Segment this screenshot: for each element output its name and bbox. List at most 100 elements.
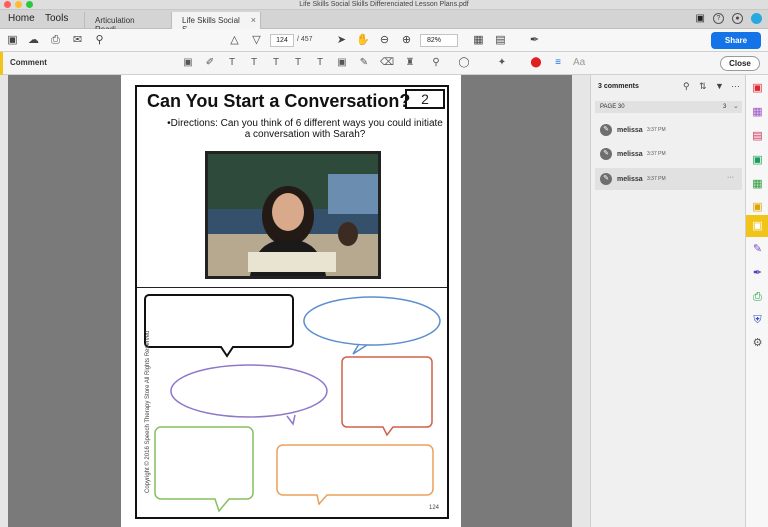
- copyright-notice: Copyright © 2016 Speech Therapy Store Al…: [145, 330, 151, 493]
- attach-file-icon[interactable]: ⚲: [430, 57, 442, 69]
- sort-icon[interactable]: ⇅: [699, 81, 707, 92]
- shapes-icon[interactable]: ◯: [458, 57, 470, 69]
- strikethrough-icon[interactable]: T: [248, 57, 260, 69]
- profile-avatar-icon[interactable]: [751, 13, 762, 24]
- scroll-mode-icon[interactable]: ▤: [494, 34, 507, 47]
- comment-count: 3 comments: [598, 83, 639, 90]
- fit-page-icon[interactable]: ▦: [472, 34, 485, 47]
- underline-text-icon[interactable]: T: [226, 57, 238, 69]
- comments-page-group[interactable]: PAGE 30 3 ⌄: [595, 101, 742, 113]
- comment-toolbar-label: Comment: [10, 58, 47, 67]
- tab-bar: Home Tools Articulation Readi... Life Sk…: [0, 10, 768, 34]
- sign-icon[interactable]: ✒: [528, 34, 541, 47]
- speech-bubble-blue: [303, 296, 441, 355]
- tab-life-skills[interactable]: Life Skills Social S... ×: [171, 12, 261, 34]
- comment-item[interactable]: ✎ melissa 3:37 PM: [595, 119, 742, 141]
- insert-text-icon[interactable]: T: [292, 57, 304, 69]
- close-label: Close: [729, 59, 751, 68]
- export-pdf-icon[interactable]: ▣: [751, 154, 764, 167]
- eraser-icon[interactable]: ⌫: [380, 57, 394, 69]
- protect-icon[interactable]: ⛨: [751, 314, 764, 327]
- create-pdf-icon[interactable]: ▣: [751, 82, 764, 95]
- left-panel-collapsed[interactable]: [0, 75, 8, 527]
- main-toolbar: ▣ ☁ ⎙ ✉ ⚲ △ ▽ 124 / 457 ➤ ✋ ⊖ ⊕ 82% ▦ ▤ …: [0, 29, 768, 52]
- search-comments-icon[interactable]: ⚲: [683, 81, 690, 92]
- window-titlebar: Life Skills Social Skills Differenciated…: [0, 0, 768, 10]
- comment-author: melissa: [617, 176, 643, 183]
- document-viewer[interactable]: Can You Start a Conversation? 2 •Directi…: [0, 75, 590, 527]
- zoom-select[interactable]: 82%: [420, 34, 458, 47]
- comments-page-count: 3: [723, 104, 727, 110]
- worksheet-directions: •Directions: Can you think of 6 differen…: [167, 118, 443, 140]
- search-icon[interactable]: ⚲: [93, 34, 106, 47]
- pencil-avatar-icon: ✎: [600, 148, 612, 160]
- sticky-note-icon[interactable]: ▣: [182, 57, 194, 69]
- filter-icon[interactable]: ▼: [715, 81, 724, 91]
- section-divider: [137, 287, 447, 288]
- edit-pdf-icon[interactable]: ▦: [751, 178, 764, 191]
- organize-pages-icon[interactable]: ▤: [751, 130, 764, 143]
- worksheet: Can You Start a Conversation? 2 •Directi…: [135, 85, 449, 519]
- next-page-icon[interactable]: ▽: [250, 34, 263, 47]
- hand-tool-icon[interactable]: ✋: [356, 34, 370, 47]
- add-text-icon[interactable]: T: [314, 57, 326, 69]
- zoom-out-icon[interactable]: ⊖: [378, 34, 391, 47]
- share-button[interactable]: Share: [711, 32, 761, 49]
- comment-item[interactable]: ✎ melissa 3:37 PM: [595, 143, 742, 165]
- share-label: Share: [724, 36, 748, 45]
- line-weight-icon[interactable]: ≡: [552, 57, 564, 69]
- right-scroll-gutter[interactable]: [572, 75, 590, 527]
- comment-item-selected[interactable]: ✎ melissa 3:37 PM ···: [595, 168, 742, 190]
- speech-bubble-green: [154, 426, 254, 513]
- tools-menu[interactable]: Tools: [45, 13, 68, 24]
- stamp-icon[interactable]: ♜: [404, 57, 416, 69]
- upload-cloud-icon[interactable]: ☁: [27, 34, 40, 47]
- zoom-in-icon[interactable]: ⊕: [400, 34, 413, 47]
- fill-sign-icon[interactable]: ▣: [751, 201, 764, 214]
- select-pointer-icon[interactable]: ➤: [335, 34, 348, 47]
- speech-bubbles: [144, 294, 441, 513]
- comment-toolbar: Comment ▣ ✐ T T T T T ▣ ✎ ⌫ ♜ ⚲ ◯ ✦ ⬤ ≡ …: [0, 52, 768, 75]
- pin-icon[interactable]: ✦: [496, 57, 508, 69]
- combine-files-icon[interactable]: ▦: [751, 106, 764, 119]
- speech-bubble-purple: [170, 364, 328, 426]
- print-production-icon[interactable]: ⎙: [751, 291, 764, 304]
- home-menu[interactable]: Home: [8, 13, 35, 24]
- tab-articulation[interactable]: Articulation Readi...: [84, 12, 171, 34]
- save-icon[interactable]: ▣: [6, 34, 19, 47]
- help-icon[interactable]: ?: [713, 13, 724, 24]
- replace-text-icon[interactable]: T: [270, 57, 282, 69]
- chat-icon[interactable]: ▣: [696, 13, 705, 24]
- comments-pane-header: 3 comments ⚲ ⇅ ▼ ···: [591, 75, 746, 97]
- page-number-input[interactable]: 124: [270, 34, 294, 47]
- font-size-icon[interactable]: Aa: [573, 57, 585, 69]
- pencil-draw-icon[interactable]: ✎: [358, 57, 370, 69]
- send-for-signature-icon[interactable]: ✒: [751, 267, 764, 280]
- comments-page-label: PAGE 30: [600, 104, 625, 110]
- page-total: / 457: [297, 36, 313, 43]
- more-tools-icon[interactable]: ⚙: [751, 337, 764, 350]
- chevron-down-icon[interactable]: ⌄: [733, 102, 739, 110]
- comment-accent-bar: [0, 52, 3, 75]
- previous-page-icon[interactable]: △: [228, 34, 241, 47]
- speech-bubble-orange: [276, 444, 434, 506]
- close-tab-icon[interactable]: ×: [251, 15, 256, 25]
- draw-tool-icon[interactable]: ✎: [751, 243, 764, 256]
- highlight-icon[interactable]: ✐: [204, 57, 216, 69]
- comment-tool-icon[interactable]: ▣: [751, 220, 764, 233]
- comment-author: melissa: [617, 151, 643, 158]
- print-icon[interactable]: ⎙: [49, 34, 62, 47]
- comment-time: 3:37 PM: [647, 151, 666, 157]
- more-options-icon[interactable]: ···: [731, 81, 740, 91]
- comment-more-icon[interactable]: ···: [727, 174, 734, 181]
- email-icon[interactable]: ✉: [71, 34, 84, 47]
- worksheet-number-box: 2: [405, 89, 445, 109]
- comments-pane: 3 comments ⚲ ⇅ ▼ ··· PAGE 30 3 ⌄ ✎ melis…: [590, 75, 745, 527]
- pencil-avatar-icon: ✎: [600, 124, 612, 136]
- color-picker-icon[interactable]: ⬤: [530, 57, 542, 69]
- notifications-icon[interactable]: ●: [732, 13, 743, 24]
- close-comment-button[interactable]: Close: [720, 56, 760, 71]
- tools-rail: ▣ ▦ ▤ ▣ ▦ ▣ ▣ ✎ ✒ ⎙ ⛨ ⚙: [745, 75, 768, 527]
- text-box-icon[interactable]: ▣: [336, 57, 348, 69]
- student-photo: [205, 151, 381, 279]
